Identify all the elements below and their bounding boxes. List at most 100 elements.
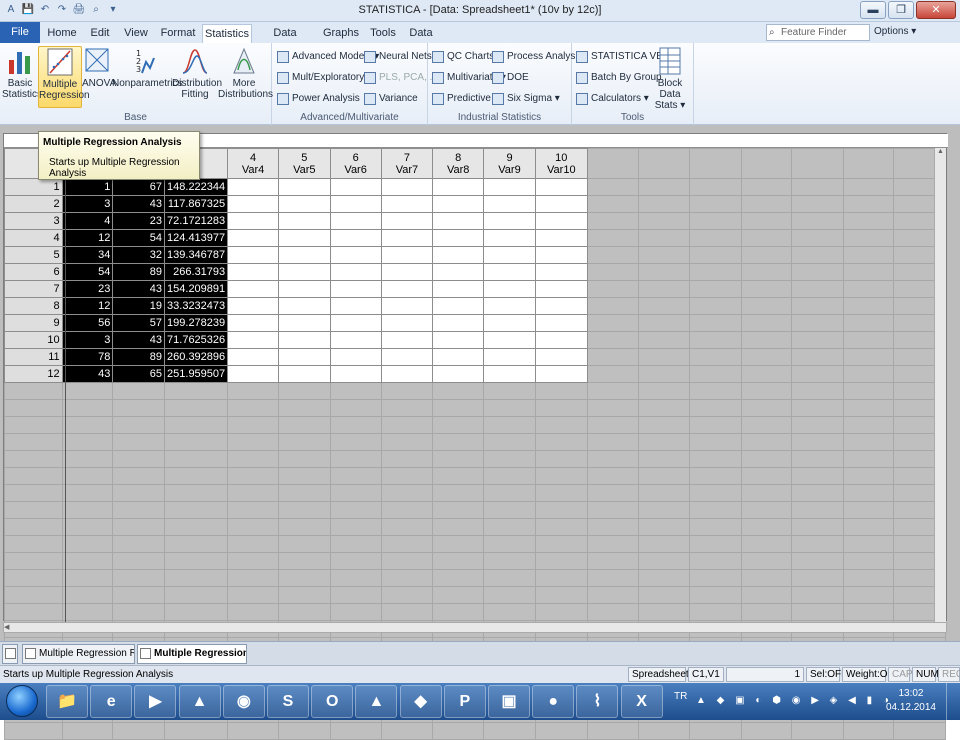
row-header[interactable]: 12 [4, 365, 63, 383]
column-header-var10[interactable]: 10 Var10 [534, 148, 588, 179]
taskbar-app-chrome-icon[interactable]: ◉ [222, 685, 265, 718]
cell[interactable] [432, 331, 485, 349]
cell[interactable] [277, 365, 331, 383]
row-header[interactable]: 4 [4, 229, 63, 247]
nonparametrics-button[interactable]: 123 Nonparametrics [112, 46, 183, 89]
cell[interactable] [483, 229, 536, 247]
distribution-fitting-button[interactable]: Distribution Fitting [172, 46, 222, 100]
cell[interactable]: 89 [112, 263, 166, 281]
process-analysis-button[interactable]: Process Analysis [492, 49, 583, 65]
cell[interactable]: 117.867325 [164, 195, 229, 213]
feature-finder-input[interactable]: ⌕ Feature Finder [766, 24, 870, 41]
cell[interactable] [534, 178, 588, 196]
cell[interactable] [380, 348, 434, 366]
taskbar-app-remote-desktop-icon[interactable]: ▣ [488, 685, 530, 718]
cell[interactable]: 266.31793 [164, 263, 229, 281]
cell[interactable]: 199.278239 [164, 314, 229, 332]
cell[interactable] [380, 263, 434, 281]
cell[interactable] [432, 246, 485, 264]
cell[interactable] [329, 331, 382, 349]
cell[interactable]: 34 [61, 246, 114, 264]
cell[interactable]: 23 [112, 212, 166, 230]
cell[interactable] [483, 212, 536, 230]
scroll-up-icon[interactable]: ▲ [935, 148, 946, 158]
taskbar-app-statistica-icon[interactable]: ⌇ [576, 685, 619, 718]
cell[interactable]: 57 [112, 314, 166, 332]
cell[interactable] [483, 348, 536, 366]
row-header[interactable]: 5 [4, 246, 63, 264]
cell[interactable] [483, 280, 536, 298]
cell[interactable] [483, 178, 536, 196]
cell[interactable]: 3 [61, 195, 114, 213]
cell[interactable] [277, 314, 331, 332]
doc-tab-multiple-regression[interactable]: Multiple Regression R... [137, 644, 247, 664]
cell[interactable]: 54 [112, 229, 166, 247]
cell[interactable] [534, 331, 588, 349]
cell[interactable] [534, 365, 588, 383]
tab-view[interactable]: View [120, 24, 152, 43]
taskbar-app-outlook-icon[interactable]: O [311, 685, 354, 718]
cell[interactable] [227, 212, 279, 230]
cell[interactable] [329, 229, 382, 247]
cell[interactable]: 72.1721283 [164, 212, 229, 230]
cell[interactable] [380, 365, 434, 383]
cell[interactable] [227, 178, 279, 196]
cell[interactable] [380, 314, 434, 332]
calculators-button[interactable]: Calculators ▾ [576, 91, 649, 107]
cell[interactable] [380, 229, 434, 247]
taskbar-app-notes-icon[interactable]: ◆ [399, 685, 442, 718]
minimize-button[interactable]: ▬ [860, 1, 886, 19]
more-distributions-button[interactable]: More Distributions [218, 46, 273, 100]
cell[interactable]: 43 [112, 331, 166, 349]
cell[interactable] [277, 263, 331, 281]
pls-pca-button[interactable]: PLS, PCA, ... [364, 70, 438, 86]
cell[interactable] [329, 178, 382, 196]
column-header-var7[interactable]: 7 Var7 [380, 148, 434, 179]
cell[interactable] [483, 195, 536, 213]
predictive-button[interactable]: Predictive [432, 91, 491, 107]
cell[interactable] [483, 246, 536, 264]
cell[interactable] [329, 314, 382, 332]
cell[interactable] [432, 297, 485, 315]
anova-button[interactable]: ANOVA [82, 46, 116, 89]
cell[interactable] [534, 212, 588, 230]
basic-statistics-button[interactable]: Basic Statistics [2, 46, 42, 100]
cell[interactable] [380, 331, 434, 349]
tab-data-mining[interactable]: Data Mining [256, 24, 314, 57]
cell[interactable] [432, 195, 485, 213]
cell[interactable] [432, 314, 485, 332]
cell[interactable] [534, 348, 588, 366]
cell[interactable]: 56 [61, 314, 114, 332]
power-analysis-button[interactable]: Power Analysis [277, 91, 360, 107]
cell[interactable] [329, 246, 382, 264]
cell[interactable]: 139.346787 [164, 246, 229, 264]
cell[interactable] [227, 195, 279, 213]
cell[interactable] [380, 280, 434, 298]
tab-edit[interactable]: Edit [84, 24, 116, 43]
cell[interactable]: 3 [61, 331, 114, 349]
cell[interactable] [227, 314, 279, 332]
cell[interactable]: 65 [112, 365, 166, 383]
row-header[interactable]: 8 [4, 297, 63, 315]
taskbar-app-explorer-icon[interactable]: 📁 [46, 685, 88, 718]
row-header[interactable]: 10 [4, 331, 63, 349]
cell[interactable] [227, 365, 279, 383]
row-header[interactable]: 2 [4, 195, 63, 213]
row-header[interactable]: 6 [4, 263, 63, 281]
cell[interactable] [227, 280, 279, 298]
mult-exploratory-button[interactable]: Mult/Exploratory ▾ [277, 70, 372, 86]
cell[interactable] [277, 246, 331, 264]
cell[interactable] [277, 280, 331, 298]
cell[interactable] [483, 365, 536, 383]
cell[interactable] [277, 331, 331, 349]
cell[interactable] [380, 195, 434, 213]
row-header[interactable]: 9 [4, 314, 63, 332]
cell[interactable]: 67 [112, 178, 166, 196]
cell[interactable] [534, 195, 588, 213]
column-header-var8[interactable]: 8 Var8 [432, 148, 485, 179]
tab-statistics[interactable]: Statistics [202, 24, 252, 43]
cell[interactable] [329, 365, 382, 383]
cell[interactable] [534, 229, 588, 247]
cell[interactable] [277, 178, 331, 196]
row-header[interactable]: 11 [4, 348, 63, 366]
